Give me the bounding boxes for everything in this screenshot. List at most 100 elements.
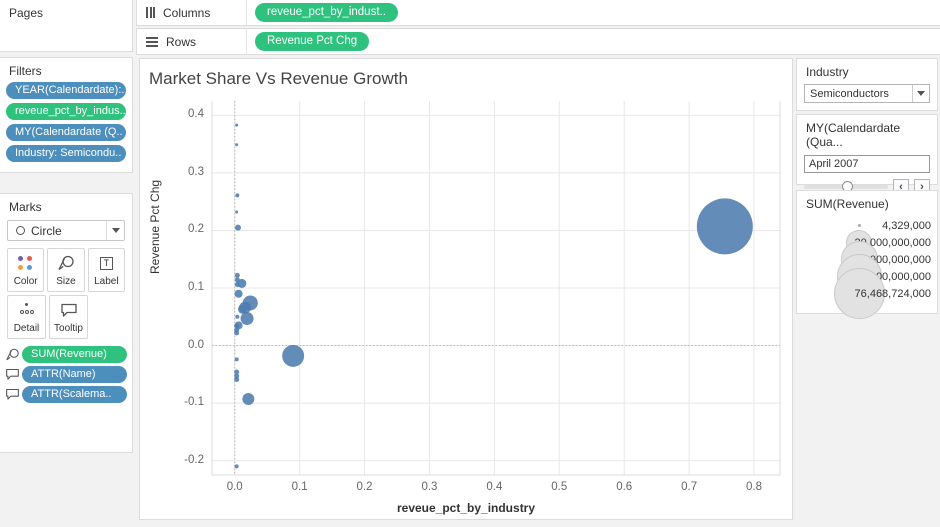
filters-title: Filters <box>9 64 42 78</box>
marks-button-row-1: Color Size T Label <box>0 248 132 292</box>
y-axis-title: Revenue Pct Chg <box>148 179 162 274</box>
detail-icon <box>19 300 35 320</box>
rows-icon <box>146 36 158 47</box>
scatter-point[interactable] <box>234 272 240 278</box>
right-sidebar: Industry Semiconductors MY(Calendardate … <box>796 0 940 527</box>
size-button-label: Size <box>56 276 76 287</box>
marks-panel: Marks Circle Color Size T Label Detail T… <box>0 193 133 453</box>
size-legend-title: SUM(Revenue) <box>806 197 889 211</box>
filters-panel: Filters YEAR(Calendardate):.. reveue_pct_… <box>0 57 133 173</box>
marks-pill-row: ATTR(Name) <box>0 366 132 383</box>
date-filter-card: MY(Calendardate (Qua... April 2007 ‹ › <box>796 114 938 195</box>
industry-filter-title: Industry <box>806 65 849 79</box>
scatter-point[interactable] <box>234 224 241 231</box>
scatter-point[interactable] <box>234 282 240 288</box>
tooltip-icon <box>4 388 21 401</box>
columns-shelf-label: Columns <box>137 0 247 25</box>
rows-label-text: Rows <box>166 34 197 49</box>
visualization-canvas[interactable]: Market Share Vs Revenue Growth 0.0 0.1 0.2… <box>139 58 793 520</box>
left-sidebar: Pages Filters YEAR(Calendardate):.. reveu… <box>0 0 133 527</box>
scatter-point[interactable] <box>235 143 239 147</box>
tooltip-icon <box>4 368 21 381</box>
scatter-plot[interactable]: 0.0 0.1 0.2 0.3 0.4 0.5 0.6 0.7 0.8 -0.2 -0.1 0.0 0.… <box>140 59 794 521</box>
scatter-point[interactable] <box>234 330 240 336</box>
x-tick-label: 0.3 <box>421 481 438 493</box>
detail-button-label: Detail <box>13 323 40 334</box>
industry-select[interactable]: Semiconductors <box>804 84 930 103</box>
scatter-point[interactable] <box>234 357 239 362</box>
industry-select-value: Semiconductors <box>810 87 889 100</box>
scatter-point[interactable] <box>234 277 240 283</box>
marks-pill-row: ATTR(Scalema.. <box>0 386 132 403</box>
scatter-point[interactable] <box>238 304 248 314</box>
marks-pill[interactable]: ATTR(Scalema.. <box>22 386 127 403</box>
scatter-point[interactable] <box>235 123 239 127</box>
label-button[interactable]: T Label <box>87 248 125 292</box>
scatter-point[interactable] <box>282 344 305 367</box>
chevron-down-icon <box>917 91 925 96</box>
y-tick-label: 0.2 <box>188 223 204 236</box>
size-button[interactable]: Size <box>47 248 85 292</box>
filter-pill[interactable]: YEAR(Calendardate):.. <box>6 82 126 99</box>
scatter-point[interactable] <box>235 210 239 214</box>
y-tick-label: 0.0 <box>188 338 204 351</box>
rows-pill[interactable]: Revenue Pct Chg <box>255 32 370 51</box>
date-slider[interactable] <box>804 181 888 192</box>
marks-pill[interactable]: SUM(Revenue) <box>22 346 127 363</box>
date-filter-title: MY(Calendardate (Qua... <box>806 121 901 149</box>
x-tick-label: 0.2 <box>356 481 373 493</box>
scatter-point[interactable] <box>234 289 243 298</box>
industry-filter-card: Industry Semiconductors <box>796 58 938 111</box>
mark-type-select[interactable]: Circle <box>7 220 125 241</box>
y-tick-label: -0.1 <box>184 396 204 409</box>
filter-pill[interactable]: MY(Calendardate (Q.. <box>6 124 126 141</box>
scatter-point[interactable] <box>696 198 753 255</box>
columns-pill[interactable]: reveue_pct_by_indust.. <box>255 3 398 22</box>
size-legend-row: 76,468,724,000 <box>797 268 937 319</box>
scatter-point[interactable] <box>234 376 240 382</box>
color-button[interactable]: Color <box>7 248 45 292</box>
marks-button-row-2: Detail Tooltip <box>0 295 132 339</box>
filter-pill[interactable]: reveue_pct_by_indus.. <box>6 103 126 120</box>
marks-pill[interactable]: ATTR(Name) <box>22 366 127 383</box>
scatter-point[interactable] <box>242 393 255 406</box>
size-legend-row: 4,329,000 <box>797 217 937 234</box>
columns-icon <box>146 7 155 18</box>
pages-panel: Pages <box>0 0 133 52</box>
filter-pill-list: YEAR(Calendardate):.. reveue_pct_by_indus… <box>0 82 132 162</box>
color-button-label: Color <box>13 276 38 287</box>
mark-type-dropdown-arrow[interactable] <box>106 221 124 240</box>
scatter-plot-svg <box>211 101 781 476</box>
tooltip-button-label: Tooltip <box>54 323 83 334</box>
size-legend-label: 4,329,000 <box>882 219 931 232</box>
circle-icon <box>16 226 25 235</box>
marks-pill-row: SUM(Revenue) <box>0 346 132 363</box>
industry-dropdown-arrow[interactable] <box>912 85 929 102</box>
scatter-point[interactable] <box>235 314 240 319</box>
tooltip-icon <box>60 300 78 320</box>
x-tick-label: 0.6 <box>616 481 633 493</box>
rows-shelf-label: Rows <box>137 29 247 54</box>
label-button-label: Label <box>94 276 119 287</box>
size-legend-circle <box>857 224 861 227</box>
y-tick-label: 0.1 <box>188 281 204 293</box>
color-dots-icon <box>18 253 33 273</box>
mark-type-value: Circle <box>31 223 62 238</box>
marks-pill-list: SUM(Revenue) ATTR(Name) ATTR(Scalema.. <box>0 346 132 403</box>
scatter-point[interactable] <box>240 311 254 325</box>
x-tick-label: 0.7 <box>681 481 698 493</box>
detail-button[interactable]: Detail <box>7 295 46 339</box>
scatter-point[interactable] <box>234 464 239 469</box>
filter-pill[interactable]: Industry: Semicondu.. <box>6 145 126 162</box>
size-legend-list: 4,329,000 20,000,000,000 40,000,000,000 60,… <box>797 215 937 319</box>
date-value-field[interactable]: April 2007 <box>804 155 930 173</box>
size-legend-label: 76,468,724,000 <box>854 287 931 300</box>
y-tick-label: 0.3 <box>188 165 204 178</box>
columns-label-text: Columns <box>163 5 211 20</box>
x-axis-title: reveue_pct_by_industry <box>396 501 536 515</box>
size-icon <box>57 253 75 273</box>
size-legend-card: SUM(Revenue) 4,329,000 20,000,000,000 40,0… <box>796 190 938 319</box>
scatter-point[interactable] <box>235 193 240 198</box>
tooltip-button[interactable]: Tooltip <box>49 295 88 339</box>
tableau-worksheet: Pages Filters YEAR(Calendardate):.. reveu… <box>0 0 940 527</box>
